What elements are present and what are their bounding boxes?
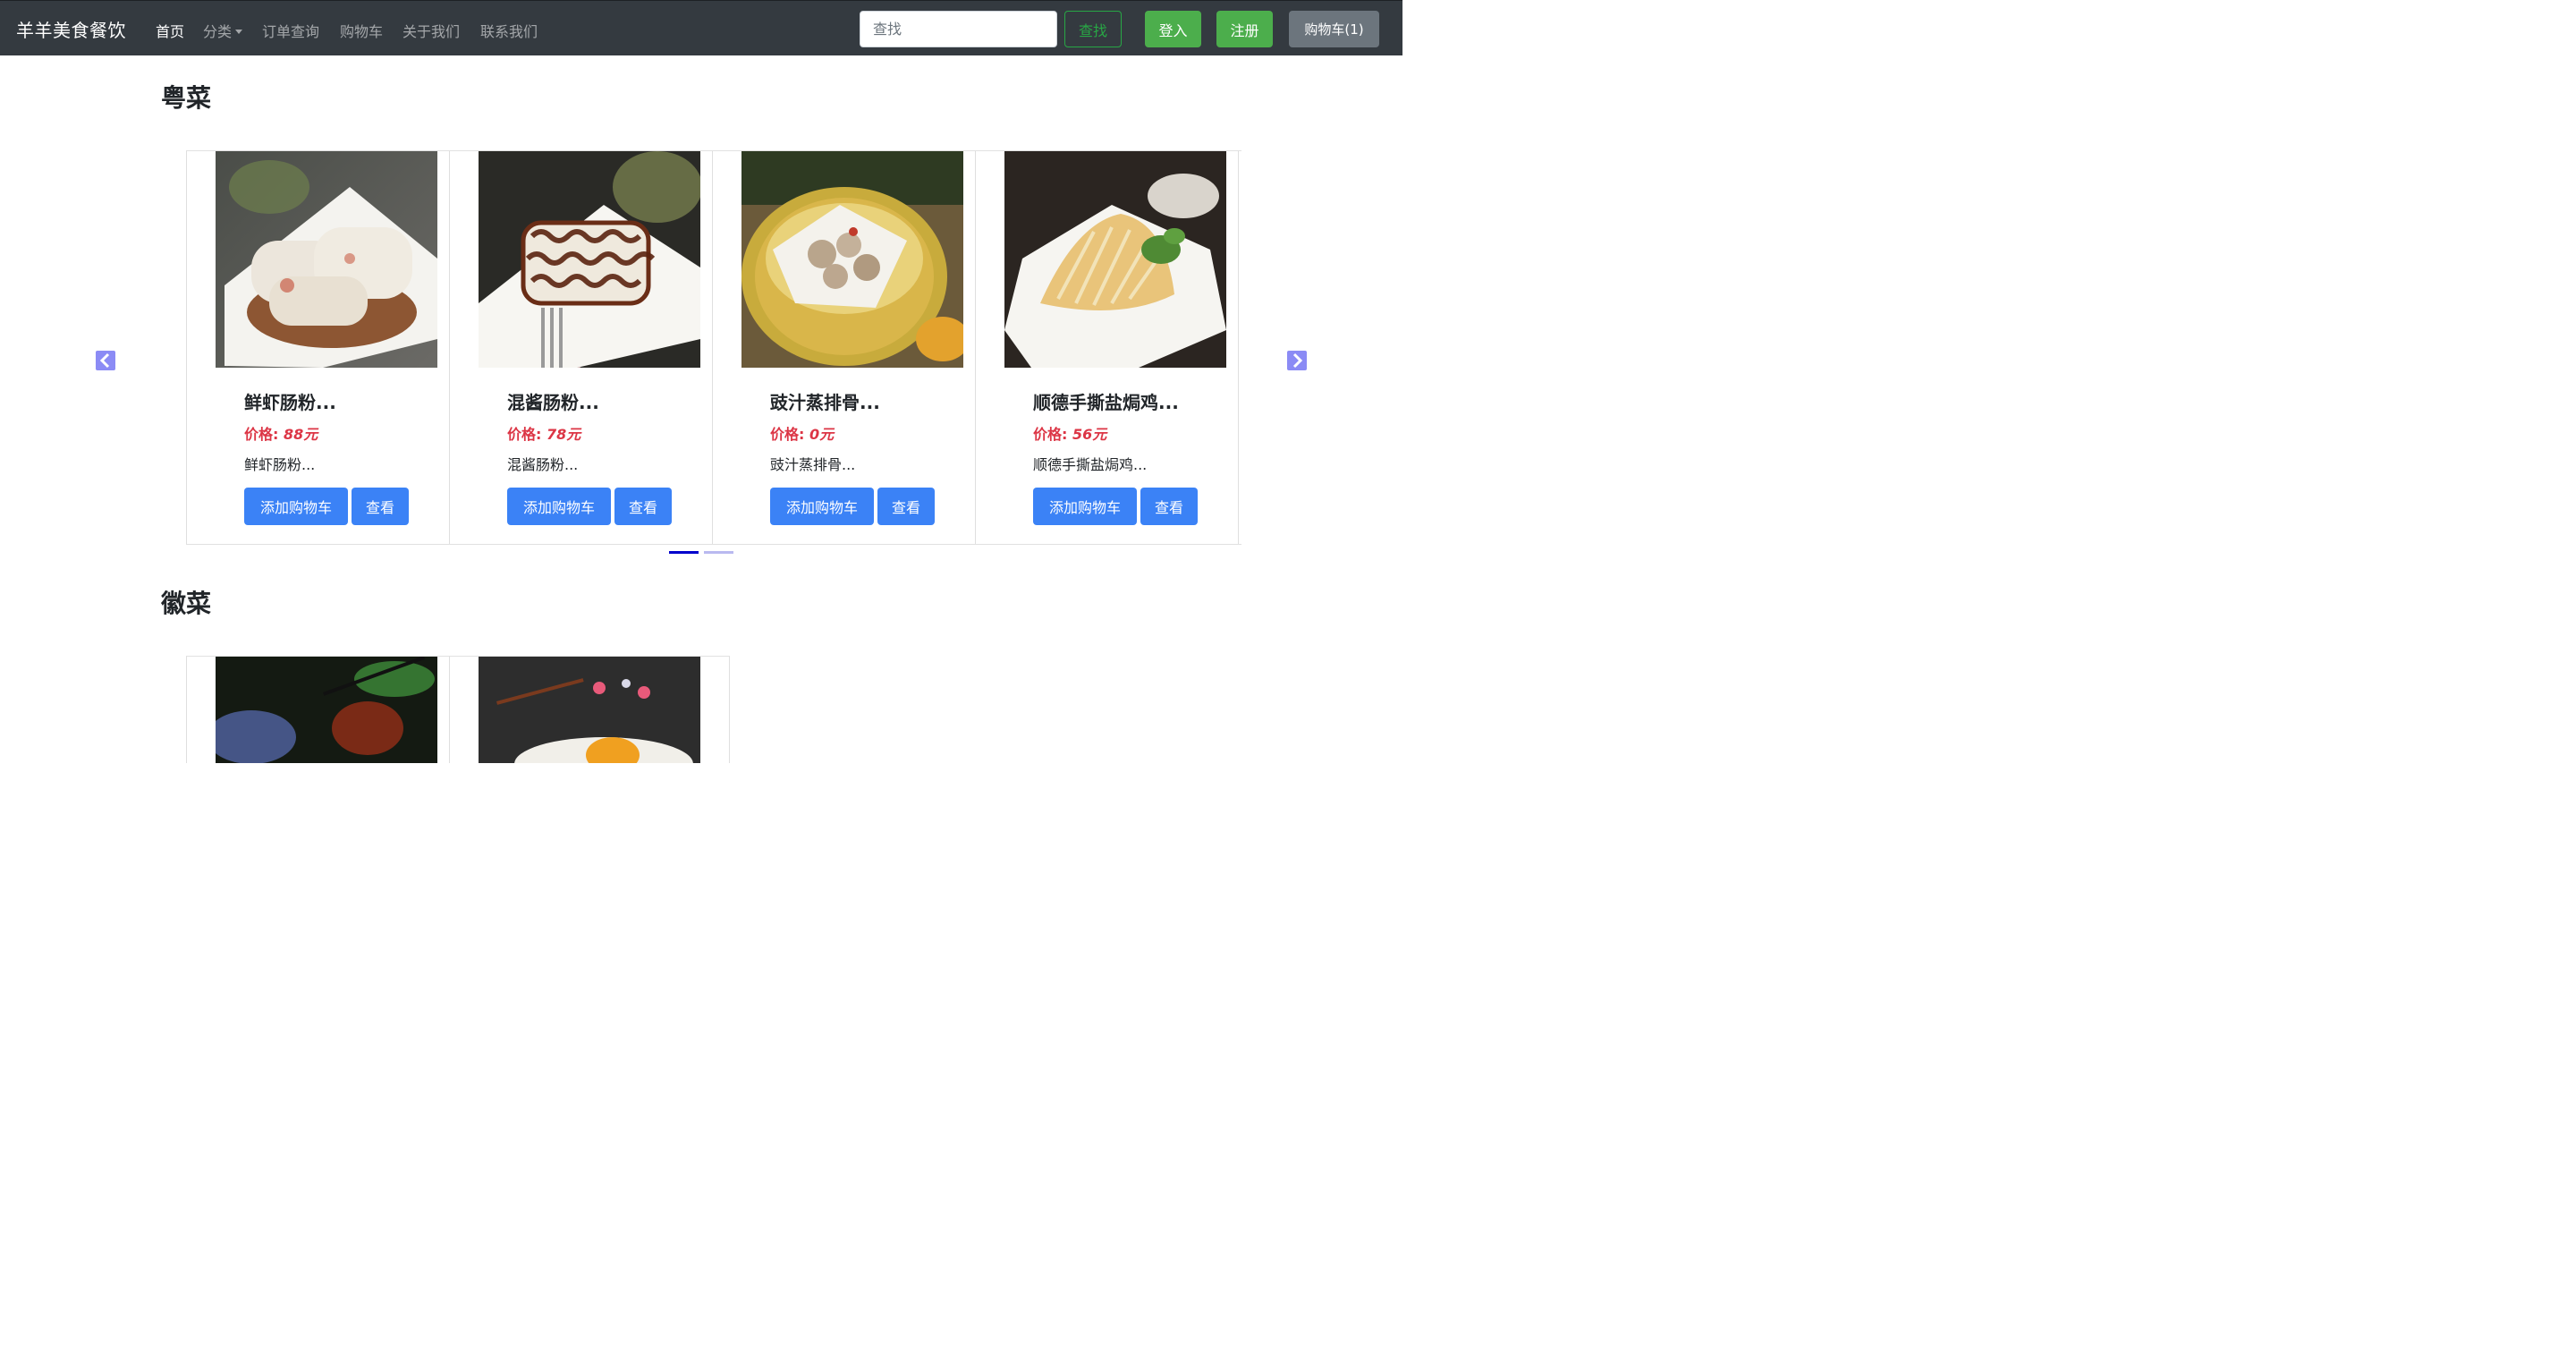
- top-navbar: 羊羊美食餐饮 首页 分类 订单查询 购物车 关于我们 联系我们 查找 登入 注册…: [0, 0, 1402, 55]
- dish-card: [186, 657, 450, 763]
- dish-description: 豉汁蒸排骨...: [770, 456, 856, 473]
- dish-image[interactable]: [479, 151, 700, 368]
- dish-image[interactable]: [479, 657, 700, 763]
- login-button[interactable]: 登入: [1145, 11, 1201, 47]
- price-label: 价格:: [507, 426, 542, 443]
- add-to-cart-button[interactable]: 添加购物车: [244, 488, 348, 525]
- dish-card: 豉汁蒸排骨... 价格: 0元 豉汁蒸排骨... 添加购物车 查看: [712, 151, 976, 544]
- dish-card: 鲜虾肠粉... 价格: 88元 鲜虾肠粉... 添加购物车 查看: [186, 151, 450, 544]
- dish-image[interactable]: [741, 151, 963, 368]
- register-button[interactable]: 注册: [1216, 11, 1273, 47]
- nav-link-about-us[interactable]: 关于我们: [402, 20, 460, 41]
- brand-logo[interactable]: 羊羊美食餐饮: [16, 16, 126, 42]
- nav-link-category-dropdown[interactable]: 分类: [203, 20, 243, 41]
- nav-link-contact-us[interactable]: 联系我们: [480, 20, 538, 41]
- nav-link-category-label: 分类: [203, 23, 233, 40]
- nav-link-order-query[interactable]: 订单查询: [262, 20, 319, 41]
- view-button[interactable]: 查看: [352, 488, 409, 525]
- dish-price: 价格: 78元: [507, 422, 580, 444]
- caret-down-icon: [235, 30, 243, 34]
- dish-title[interactable]: 顺德手撕盐焗鸡...: [1033, 388, 1179, 414]
- view-button[interactable]: 查看: [1140, 488, 1198, 525]
- carousel-prev-button[interactable]: [96, 351, 115, 370]
- view-button[interactable]: 查看: [614, 488, 672, 525]
- dish-image[interactable]: [216, 657, 437, 763]
- chevron-left-icon: [99, 352, 110, 369]
- dish-image[interactable]: [216, 151, 437, 368]
- price-label: 价格:: [1033, 426, 1068, 443]
- search-input[interactable]: [860, 11, 1057, 47]
- add-to-cart-button[interactable]: 添加购物车: [507, 488, 611, 525]
- add-to-cart-button[interactable]: 添加购物车: [770, 488, 874, 525]
- price-label: 价格:: [244, 426, 279, 443]
- carousel-indicator[interactable]: [704, 551, 733, 554]
- dish-description: 鲜虾肠粉...: [244, 456, 316, 473]
- price-value: 78元: [546, 426, 581, 443]
- dish-description: 顺德手撕盐焗鸡...: [1033, 456, 1148, 473]
- dish-price: 价格: 88元: [244, 422, 318, 444]
- dish-price: 价格: 56元: [1033, 422, 1106, 444]
- nav-link-home[interactable]: 首页: [156, 20, 184, 41]
- price-label: 价格:: [770, 426, 805, 443]
- dish-title[interactable]: 混酱肠粉...: [507, 388, 599, 414]
- price-value: 88元: [283, 426, 318, 443]
- dish-description: 混酱肠粉...: [507, 456, 579, 473]
- anhui-carousel: [186, 656, 730, 763]
- carousel-indicator-active[interactable]: [669, 551, 699, 554]
- search-button[interactable]: 查找: [1064, 11, 1122, 47]
- dish-title[interactable]: 鲜虾肠粉...: [244, 388, 336, 414]
- dish-image[interactable]: [1004, 151, 1226, 368]
- chevron-right-icon: [1292, 352, 1303, 369]
- nav-link-cart[interactable]: 购物车: [340, 20, 383, 41]
- price-value: 56元: [1072, 426, 1107, 443]
- cantonese-carousel: 鲜虾肠粉... 价格: 88元 鲜虾肠粉... 添加购物车 查看 混酱肠粉...…: [186, 150, 1241, 545]
- dish-card: 混酱肠粉... 价格: 78元 混酱肠粉... 添加购物车 查看: [449, 151, 713, 544]
- section-title-anhui: 徽菜: [161, 589, 212, 618]
- dish-price: 价格: 0元: [770, 422, 834, 444]
- dish-card: [449, 657, 730, 763]
- cart-button[interactable]: 购物车(1): [1289, 11, 1379, 47]
- section-title-cantonese: 粤菜: [161, 83, 212, 113]
- carousel-next-button[interactable]: [1287, 351, 1307, 370]
- price-value: 0元: [809, 426, 835, 443]
- add-to-cart-button[interactable]: 添加购物车: [1033, 488, 1137, 525]
- view-button[interactable]: 查看: [877, 488, 935, 525]
- dish-title[interactable]: 豉汁蒸排骨...: [770, 388, 880, 414]
- dish-card: 顺德手撕盐焗鸡... 价格: 56元 顺德手撕盐焗鸡... 添加购物车 查看: [975, 151, 1239, 544]
